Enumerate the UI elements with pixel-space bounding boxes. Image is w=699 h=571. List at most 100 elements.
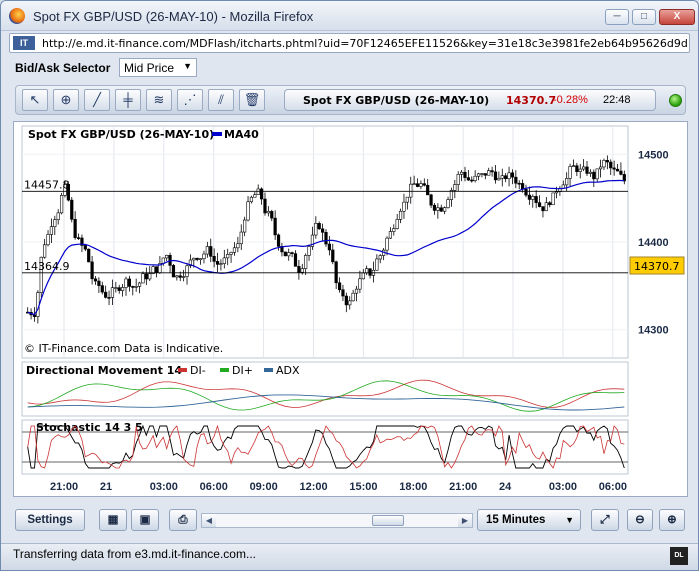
candle-body	[266, 211, 270, 214]
candle-body	[270, 211, 274, 219]
x-tick-label: 06:00	[200, 481, 228, 493]
close-button[interactable]: X	[659, 9, 695, 25]
candle-body	[114, 287, 118, 289]
candle-body	[432, 204, 437, 211]
candle-body	[409, 183, 413, 198]
download-status-icon: DL	[670, 547, 688, 565]
candle-body	[507, 172, 511, 180]
firefox-icon	[9, 8, 25, 24]
candle-body	[490, 170, 494, 173]
candle-body	[426, 184, 430, 196]
candle-body	[182, 276, 186, 278]
candle-body	[358, 278, 362, 290]
zoom-in-icon[interactable]: ⊕	[659, 509, 685, 531]
candle-body	[256, 188, 260, 195]
candle-body	[43, 244, 47, 258]
candle-body	[480, 173, 484, 175]
bid-ask-select[interactable]: Mid Price ▼	[119, 58, 197, 77]
minimize-button[interactable]: ─	[605, 9, 629, 25]
zoom-out-icon[interactable]: ⊖	[627, 509, 653, 531]
candle-body	[398, 210, 403, 220]
x-tick-label: 21:00	[50, 481, 78, 493]
x-tick-label: 18:00	[399, 481, 427, 493]
candle-body	[436, 207, 440, 211]
scroll-right-icon[interactable]: ▶	[458, 514, 472, 527]
candle-body	[612, 167, 616, 170]
candle-body	[615, 168, 620, 172]
settings-button[interactable]: Settings	[15, 509, 85, 531]
candle-body	[97, 280, 101, 286]
candle-body	[619, 170, 623, 175]
fibonacci-tool[interactable]: ≋	[146, 89, 172, 111]
candle-body	[575, 165, 579, 172]
horizontal-line-tool[interactable]: ╪	[115, 89, 141, 111]
chart-panel[interactable]: 14457.8 14364.9 Spot FX GBP/USD (26-MAY-1…	[13, 121, 688, 497]
chart-scrollbar[interactable]: ◀ ▶	[201, 513, 473, 528]
x-tick-label: 09:00	[250, 481, 278, 493]
channel-tool[interactable]: ⋰	[177, 89, 203, 111]
url-text[interactable]: http://e.md.it-finance.com/MDFlash/itcha…	[42, 37, 687, 50]
candle-body	[297, 266, 301, 273]
quote-display: Spot FX GBP/USD (26-MAY-10) 14370.7 -0.2…	[284, 89, 656, 111]
candle-body	[463, 171, 467, 178]
title-bar: Spot FX GBP/USD (26-MAY-10) - Mozilla Fi…	[1, 1, 698, 31]
candle-body	[476, 173, 481, 177]
y-tick-label: 14400	[638, 237, 669, 249]
candle-body	[175, 275, 179, 278]
candle-body	[141, 273, 145, 284]
parallel-lines-tool[interactable]: ⫽	[208, 89, 234, 111]
scroll-left-icon[interactable]: ◀	[202, 514, 216, 527]
candle-body	[263, 198, 267, 214]
candle-body	[354, 288, 359, 294]
candle-body	[415, 183, 420, 187]
maximize-button[interactable]: □	[632, 9, 656, 25]
candle-body	[276, 234, 281, 247]
candle-body	[331, 249, 335, 263]
price-chart[interactable]: 14457.8 14364.9 Spot FX GBP/USD (26-MAY-1…	[14, 122, 689, 498]
candle-body	[337, 282, 342, 291]
trash-tool[interactable]: 🗑	[239, 89, 265, 111]
candle-body	[87, 248, 91, 263]
zoom-tool[interactable]: ⊕	[53, 89, 79, 111]
candle-body	[585, 166, 589, 174]
print-icon[interactable]: ⎙	[169, 509, 197, 531]
dmi-title: Directional Movement 14	[26, 364, 182, 377]
address-bar[interactable]: IT http://e.md.it-finance.com/MDFlash/it…	[9, 33, 690, 53]
pointer-tool[interactable]: ↖	[22, 89, 48, 111]
candle-body	[46, 234, 50, 246]
zoom-fit-icon[interactable]: ⤢	[591, 509, 619, 531]
candle-body	[487, 170, 491, 176]
candle-body	[131, 286, 135, 288]
candle-body	[334, 261, 338, 284]
interval-select[interactable]: 15 Minutes ▼	[477, 509, 581, 531]
candle-body	[470, 179, 474, 182]
candle-body	[368, 268, 372, 276]
chevron-down-icon: ▼	[183, 61, 192, 71]
scrollbar-thumb[interactable]	[372, 515, 404, 526]
candle-body	[226, 254, 230, 259]
candle-body	[110, 287, 115, 298]
candle-body	[117, 287, 121, 291]
di-plus-swatch	[220, 368, 229, 372]
trendline-tool[interactable]: ╱	[84, 89, 110, 111]
candle-body	[53, 219, 57, 227]
candle-body	[127, 278, 131, 287]
candle-body	[178, 275, 182, 278]
connection-status-icon	[669, 94, 682, 107]
candle-body	[212, 256, 216, 262]
candle-body	[588, 171, 593, 174]
save-icon[interactable]: ▣	[131, 509, 159, 531]
x-tick-label: 06:00	[599, 481, 627, 493]
export-excel-icon[interactable]: ▦	[99, 509, 127, 531]
candle-body	[395, 219, 399, 229]
window-title: Spot FX GBP/USD (26-MAY-10) - Mozilla Fi…	[33, 9, 314, 24]
candle-body	[59, 195, 64, 214]
candle-body	[154, 266, 159, 274]
quote-change: -0.28%	[553, 94, 588, 106]
candle-body	[165, 254, 169, 259]
candle-body	[304, 255, 308, 269]
candle-body	[544, 202, 548, 212]
candle-body	[243, 219, 247, 233]
candle-body	[527, 194, 531, 200]
candle-body	[592, 171, 596, 180]
